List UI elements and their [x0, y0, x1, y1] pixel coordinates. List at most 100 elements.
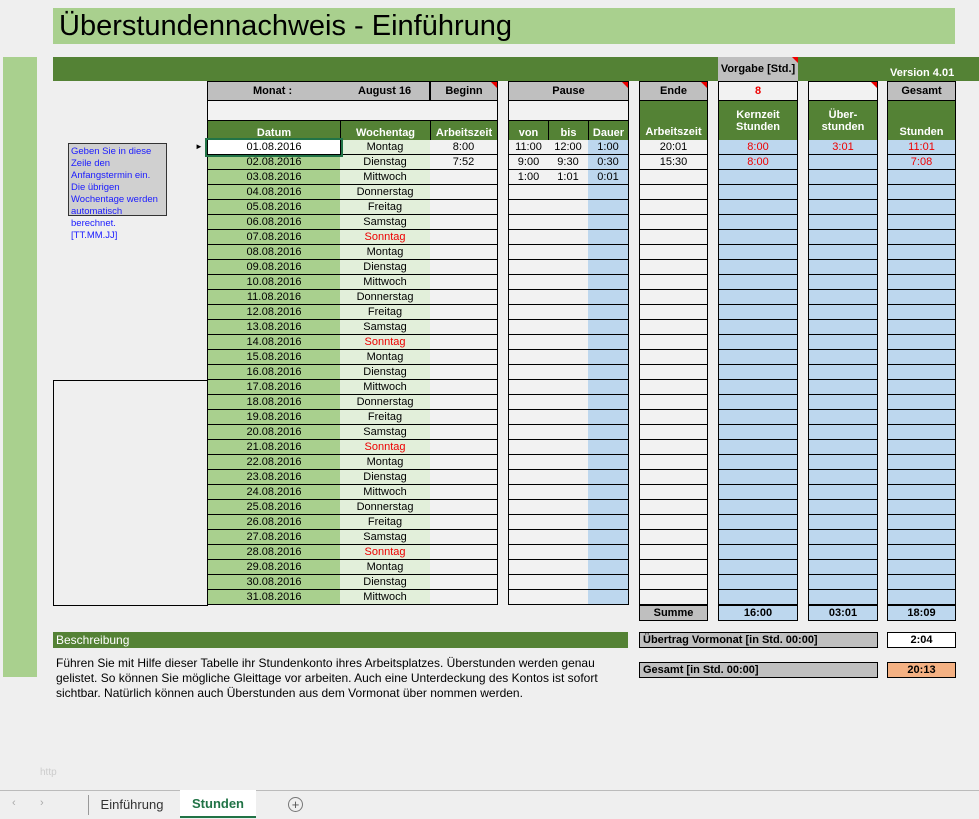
ende-cell[interactable] [639, 275, 708, 290]
datum-cell[interactable]: 19.08.2016 [207, 410, 341, 425]
pause-von-cell[interactable] [508, 320, 549, 335]
ende-cell[interactable] [639, 410, 708, 425]
arbeitszeit-cell[interactable] [430, 185, 498, 200]
pause-bis-cell[interactable] [548, 545, 589, 560]
datum-cell[interactable]: 04.08.2016 [207, 185, 341, 200]
arbeitszeit-cell[interactable] [430, 470, 498, 485]
ende-cell[interactable] [639, 560, 708, 575]
pause-von-cell[interactable] [508, 590, 549, 605]
datum-cell[interactable]: 14.08.2016 [207, 335, 341, 350]
pause-von-cell[interactable] [508, 350, 549, 365]
arbeitszeit-cell[interactable] [430, 215, 498, 230]
pause-bis-cell[interactable] [548, 455, 589, 470]
arbeitszeit-cell[interactable] [430, 485, 498, 500]
pause-bis-cell[interactable] [548, 215, 589, 230]
pause-bis-cell[interactable]: 12:00 [548, 140, 589, 155]
arbeitszeit-cell[interactable] [430, 500, 498, 515]
pause-von-cell[interactable] [508, 395, 549, 410]
pause-bis-cell[interactable] [548, 515, 589, 530]
pause-von-cell[interactable] [508, 425, 549, 440]
pause-von-cell[interactable] [508, 290, 549, 305]
tab-stunden[interactable]: Stunden [180, 790, 256, 818]
pause-bis-cell[interactable] [548, 470, 589, 485]
tab-einfuehrung[interactable]: Einführung [92, 791, 172, 818]
ende-cell[interactable] [639, 575, 708, 590]
ende-cell[interactable] [639, 470, 708, 485]
ende-cell[interactable] [639, 170, 708, 185]
datum-cell[interactable]: 28.08.2016 [207, 545, 341, 560]
pause-bis-cell[interactable]: 9:30 [548, 155, 589, 170]
datum-cell[interactable]: 18.08.2016 [207, 395, 341, 410]
ende-cell[interactable] [639, 200, 708, 215]
datum-cell[interactable]: 06.08.2016 [207, 215, 341, 230]
datum-cell[interactable]: 31.08.2016 [207, 590, 341, 605]
ende-cell[interactable] [639, 185, 708, 200]
pause-bis-cell[interactable] [548, 485, 589, 500]
arbeitszeit-cell[interactable] [430, 590, 498, 605]
pause-bis-cell[interactable] [548, 350, 589, 365]
datum-cell[interactable]: 03.08.2016 [207, 170, 341, 185]
ende-cell[interactable]: 20:01 [639, 140, 708, 155]
arbeitszeit-cell[interactable] [430, 560, 498, 575]
arbeitszeit-cell[interactable] [430, 320, 498, 335]
datum-cell[interactable]: 26.08.2016 [207, 515, 341, 530]
pause-bis-cell[interactable] [548, 185, 589, 200]
pause-von-cell[interactable]: 1:00 [508, 170, 549, 185]
arbeitszeit-cell[interactable] [430, 350, 498, 365]
datum-cell[interactable]: 09.08.2016 [207, 260, 341, 275]
ende-cell[interactable] [639, 515, 708, 530]
arbeitszeit-cell[interactable] [430, 230, 498, 245]
scroll-left-icon[interactable]: ‹ [12, 797, 16, 809]
pause-bis-cell[interactable] [548, 410, 589, 425]
arbeitszeit-cell[interactable] [430, 530, 498, 545]
arbeitszeit-cell[interactable] [430, 290, 498, 305]
datum-cell[interactable]: 07.08.2016 [207, 230, 341, 245]
ende-cell[interactable] [639, 425, 708, 440]
datum-cell[interactable]: 16.08.2016 [207, 365, 341, 380]
pause-bis-cell[interactable] [548, 230, 589, 245]
add-sheet-icon[interactable]: + [288, 797, 303, 812]
pause-bis-cell[interactable] [548, 245, 589, 260]
pause-bis-cell[interactable] [548, 275, 589, 290]
arbeitszeit-cell[interactable] [430, 395, 498, 410]
pause-bis-cell[interactable] [548, 560, 589, 575]
ende-cell[interactable] [639, 245, 708, 260]
pause-bis-cell[interactable] [548, 380, 589, 395]
pause-von-cell[interactable] [508, 575, 549, 590]
datum-cell[interactable]: 20.08.2016 [207, 425, 341, 440]
scroll-right-icon[interactable]: › [40, 797, 44, 809]
pause-bis-cell[interactable] [548, 365, 589, 380]
datum-cell[interactable]: 08.08.2016 [207, 245, 341, 260]
datum-cell[interactable]: 02.08.2016 [207, 155, 341, 170]
pause-bis-cell[interactable] [548, 335, 589, 350]
arbeitszeit-cell[interactable] [430, 575, 498, 590]
datum-cell[interactable]: 17.08.2016 [207, 380, 341, 395]
pause-bis-cell[interactable] [548, 590, 589, 605]
pause-bis-cell[interactable] [548, 305, 589, 320]
arbeitszeit-cell[interactable] [430, 455, 498, 470]
datum-cell[interactable]: 10.08.2016 [207, 275, 341, 290]
ende-cell[interactable] [639, 380, 708, 395]
datum-cell[interactable]: 25.08.2016 [207, 500, 341, 515]
pause-von-cell[interactable] [508, 335, 549, 350]
pause-von-cell[interactable] [508, 530, 549, 545]
datum-cell[interactable]: 29.08.2016 [207, 560, 341, 575]
datum-cell[interactable]: 23.08.2016 [207, 470, 341, 485]
arbeitszeit-cell[interactable] [430, 545, 498, 560]
datum-cell[interactable]: 15.08.2016 [207, 350, 341, 365]
pause-von-cell[interactable] [508, 485, 549, 500]
pause-von-cell[interactable] [508, 305, 549, 320]
arbeitszeit-cell[interactable]: 7:52 [430, 155, 498, 170]
pause-bis-cell[interactable] [548, 425, 589, 440]
datum-cell[interactable]: 12.08.2016 [207, 305, 341, 320]
arbeitszeit-cell[interactable] [430, 440, 498, 455]
pause-von-cell[interactable] [508, 365, 549, 380]
ende-cell[interactable] [639, 350, 708, 365]
ende-cell[interactable] [639, 335, 708, 350]
arbeitszeit-cell[interactable] [430, 410, 498, 425]
ende-cell[interactable] [639, 485, 708, 500]
arbeitszeit-cell[interactable] [430, 275, 498, 290]
pause-von-cell[interactable]: 11:00 [508, 140, 549, 155]
pause-bis-cell[interactable] [548, 290, 589, 305]
pause-von-cell[interactable] [508, 560, 549, 575]
